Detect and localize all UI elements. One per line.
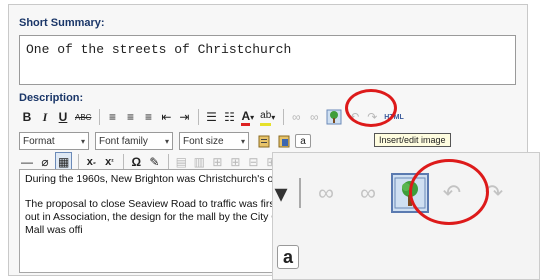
numbered-list-icon[interactable]: ☷ bbox=[221, 107, 237, 127]
format-select[interactable]: Format ▾ bbox=[19, 132, 89, 150]
toolbar-separator bbox=[283, 109, 285, 125]
paste-text-icon[interactable] bbox=[255, 131, 273, 151]
toolbar-separator bbox=[123, 154, 125, 170]
chevron-down-icon: ▾ bbox=[164, 136, 169, 146]
bullet-list-icon[interactable]: ☰ bbox=[203, 107, 219, 127]
link-icon[interactable]: ∞ bbox=[288, 107, 304, 127]
summary-input[interactable]: One of the streets of Christchurch bbox=[19, 35, 516, 85]
align-left-icon[interactable]: ≡ bbox=[104, 107, 120, 127]
strikethrough-button[interactable]: ABC bbox=[73, 107, 93, 127]
unlink-icon[interactable]: ∞ bbox=[349, 173, 387, 213]
chevron-down-icon: ▾ bbox=[240, 136, 245, 146]
paste-word-icon[interactable] bbox=[275, 131, 293, 151]
highlight-color-icon[interactable]: ab ▾ bbox=[258, 107, 277, 127]
align-center-icon[interactable]: ≡ bbox=[122, 107, 138, 127]
insert-image-icon[interactable] bbox=[324, 107, 344, 127]
unlink-icon[interactable]: ∞ bbox=[306, 107, 322, 127]
highlight-circle bbox=[345, 89, 397, 127]
chevron-down-icon: ▾ bbox=[80, 136, 85, 146]
text-color-icon[interactable]: A ▾ bbox=[239, 107, 256, 127]
chevron-down-icon[interactable]: ▾ bbox=[273, 173, 289, 213]
font-family-select-label: Font family bbox=[99, 135, 148, 147]
select-all-icon[interactable]: a bbox=[277, 245, 299, 269]
description-label: Description: bbox=[19, 92, 84, 104]
link-icon[interactable]: ∞ bbox=[307, 173, 345, 213]
insert-image-tooltip: Insert/edit image bbox=[374, 133, 451, 147]
outdent-icon[interactable]: ⇤ bbox=[158, 107, 174, 127]
indent-icon[interactable]: ⇥ bbox=[176, 107, 192, 127]
font-size-select[interactable]: Font size ▾ bbox=[179, 132, 249, 150]
align-right-icon[interactable]: ≡ bbox=[140, 107, 156, 127]
toolbar-separator bbox=[99, 109, 101, 125]
toolbar-separator bbox=[299, 178, 301, 208]
highlight-circle bbox=[409, 159, 489, 225]
select-all-icon[interactable]: a bbox=[295, 134, 311, 148]
bold-button[interactable]: B bbox=[19, 107, 35, 127]
italic-button[interactable]: I bbox=[37, 107, 53, 127]
toolbar-separator bbox=[78, 154, 80, 170]
toolbar-separator bbox=[198, 109, 200, 125]
font-size-select-label: Font size bbox=[183, 135, 224, 147]
format-select-label: Format bbox=[23, 135, 55, 147]
underline-button[interactable]: U bbox=[55, 107, 71, 127]
toolbar-separator bbox=[168, 154, 170, 170]
summary-label: Short Summary: bbox=[19, 17, 105, 29]
zoomed-toolbar-inset: ▾ ∞ ∞ ↶ ↷ a bbox=[272, 152, 540, 280]
font-family-select[interactable]: Font family ▾ bbox=[95, 132, 173, 150]
